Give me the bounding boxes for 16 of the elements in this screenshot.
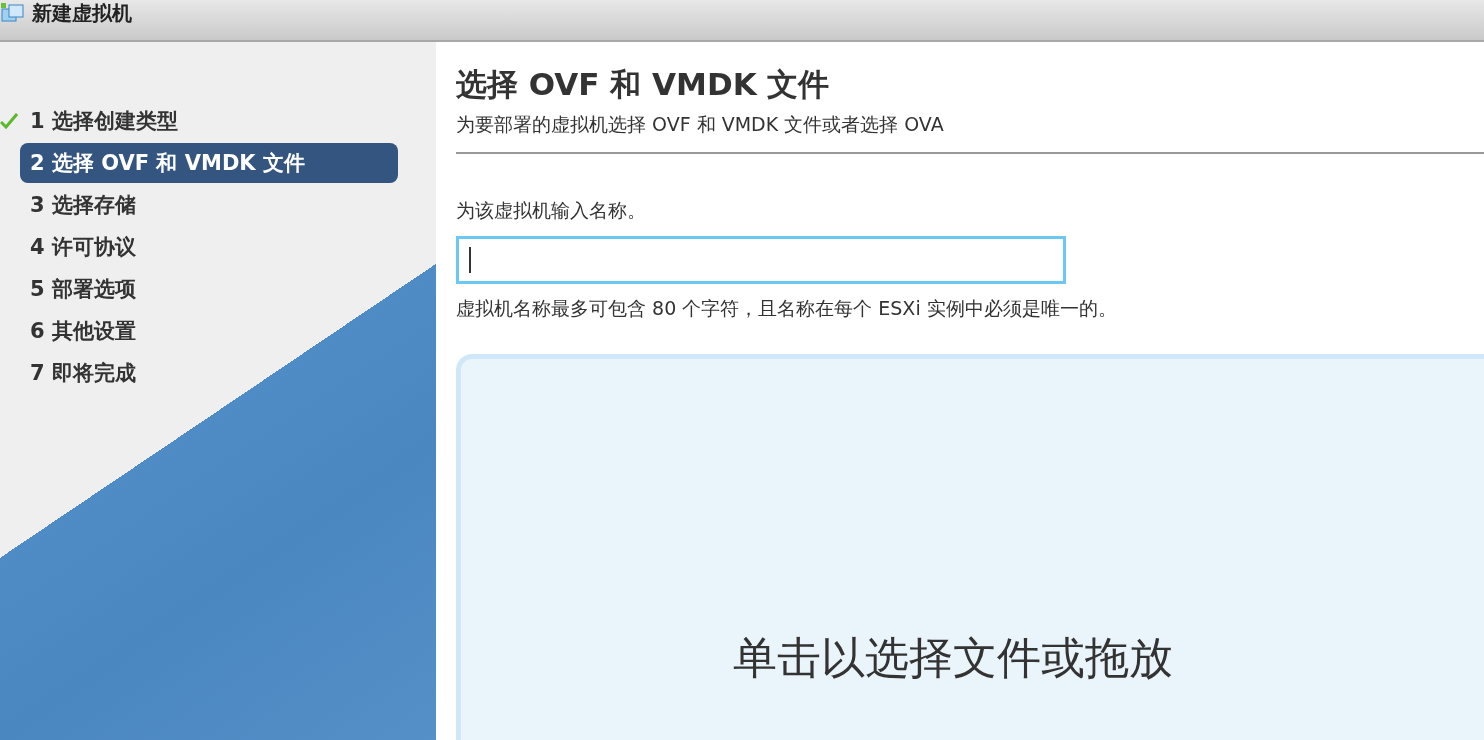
windows-icon bbox=[0, 3, 26, 25]
step-item[interactable]: 3 选择存储 bbox=[20, 185, 148, 225]
step-item[interactable]: 5 部署选项 bbox=[20, 269, 148, 309]
field-hint: 虚拟机名称最多可包含 80 个字符，且名称在每个 ESXi 实例中必须是唯一的。 bbox=[456, 296, 1118, 321]
step-item[interactable]: 4 许可协议 bbox=[20, 227, 148, 267]
drop-zone-text: 单击以选择文件或拖放 bbox=[732, 631, 1173, 685]
page-subtitle: 为要部署的虚拟机选择 OVF 和 VMDK 文件或者选择 OVA bbox=[456, 112, 945, 137]
file-drop-zone[interactable]: 单击以选择文件或拖放 bbox=[456, 354, 1484, 740]
name-input-field[interactable] bbox=[456, 236, 1066, 284]
step-item[interactable]: 1 选择创建类型 bbox=[20, 101, 190, 141]
step-item[interactable]: 6 其他设置 bbox=[20, 311, 148, 351]
step-item[interactable]: 7 即将完成 bbox=[20, 353, 148, 393]
page-title: 选择 OVF 和 VMDK 文件 bbox=[456, 65, 831, 104]
field-label: 为该虚拟机输入名称。 bbox=[456, 198, 647, 223]
window-title: 新建虚拟机 bbox=[32, 0, 132, 27]
step-item[interactable]: 2 选择 OVF 和 VMDK 文件 bbox=[20, 143, 398, 183]
